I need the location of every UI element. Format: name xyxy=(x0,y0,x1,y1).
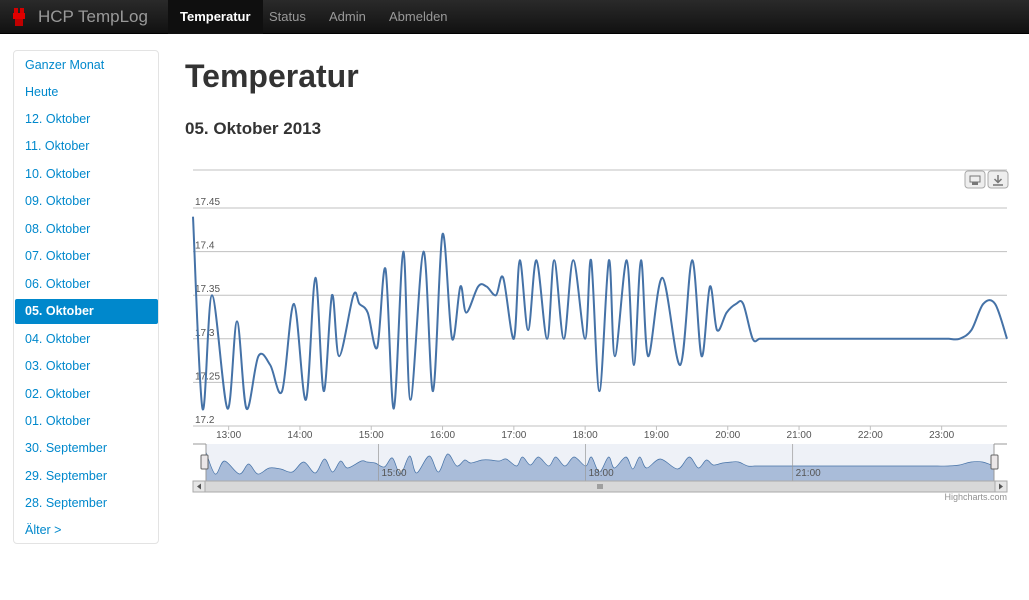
x-tick-label: 13:00 xyxy=(216,430,241,441)
export-button[interactable] xyxy=(987,170,1009,189)
temperature-chart: 17.217.2517.317.3517.417.45 13:00 14:00 15… xyxy=(192,169,1009,502)
temperature-series-line xyxy=(192,216,1008,411)
navigator-tick-label: 18:00 xyxy=(589,468,614,479)
navigator-handle-left[interactable] xyxy=(200,454,209,470)
x-tick-label: 18:00 xyxy=(573,430,598,441)
navigator-tick-label: 15:00 xyxy=(382,468,407,479)
navigator-tick-label: 21:00 xyxy=(796,468,821,479)
y-tick-label: 17.4 xyxy=(195,241,215,252)
navigator[interactable]: 15:00 18:00 21:00 xyxy=(193,443,1007,482)
x-tick-label: 21:00 xyxy=(787,430,812,441)
print-button[interactable] xyxy=(964,170,986,189)
navigator-handle-right[interactable] xyxy=(990,454,999,470)
x-tick-label: 15:00 xyxy=(359,430,384,441)
x-tick-label: 17:00 xyxy=(501,430,526,441)
x-axis-labels: 13:00 14:00 15:00 16:00 17:00 18:00 19:00 20:00… xyxy=(216,430,954,441)
highcharts-credit[interactable]: Highcharts.com xyxy=(944,492,1007,502)
scrollbar-left-button[interactable] xyxy=(192,480,206,493)
temperature-chart-container: 17.2 17.25 17.3 17.35 17.4 17.45 13:00 14:00 15… xyxy=(0,0,1029,600)
x-tick-label: 23:00 xyxy=(929,430,954,441)
x-tick-label: 19:00 xyxy=(644,430,669,441)
x-tick-label: 14:00 xyxy=(287,430,312,441)
y-tick-label: 17.45 xyxy=(195,197,220,208)
chart-scrollbar[interactable] xyxy=(192,480,1008,493)
y-tick-label: 17.35 xyxy=(195,284,220,295)
y-tick-label: 17.2 xyxy=(195,415,215,426)
x-tick-label: 22:00 xyxy=(858,430,883,441)
scrollbar-right-button[interactable] xyxy=(994,480,1008,493)
chart-grid xyxy=(193,207,1007,430)
x-tick-label: 16:00 xyxy=(430,430,455,441)
x-tick-label: 20:00 xyxy=(715,430,740,441)
y-axis-labels: 17.217.2517.317.3517.417.45 xyxy=(195,197,220,426)
